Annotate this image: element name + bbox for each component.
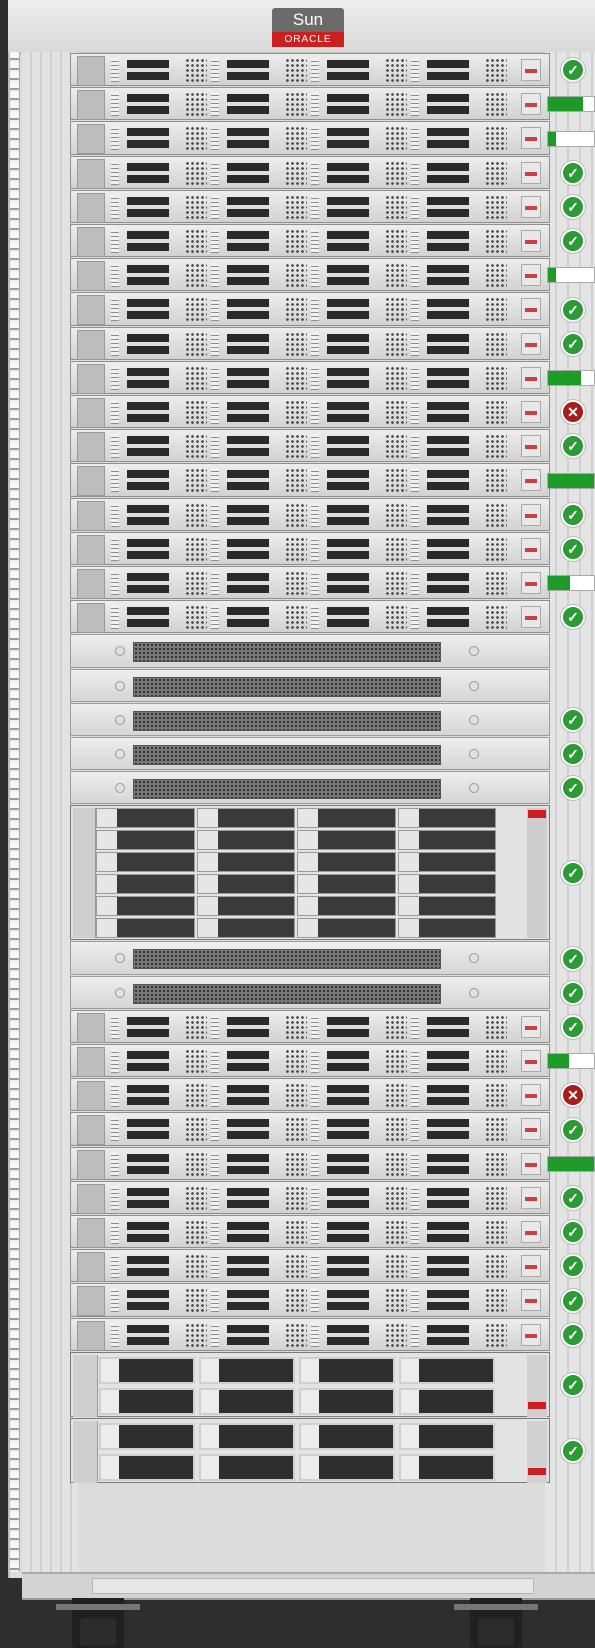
sun-logo-text: Sun <box>272 8 344 32</box>
server-unit[interactable] <box>70 531 550 565</box>
rack-header: Sun ORACLE <box>8 0 595 54</box>
check-circle-icon: ✓ <box>561 1438 585 1463</box>
server-unit[interactable] <box>70 566 550 600</box>
server-unit[interactable] <box>70 1044 550 1078</box>
check-circle-icon: ✓ <box>561 58 585 83</box>
check-circle-icon: ✓ <box>561 194 585 219</box>
check-circle-icon: ✓ <box>561 1014 585 1039</box>
server-unit[interactable] <box>70 1317 550 1351</box>
storage-unit[interactable] <box>70 805 550 941</box>
check-circle-icon: ✓ <box>561 229 585 254</box>
filler-unit[interactable] <box>70 668 550 702</box>
progress-fill <box>548 1054 569 1069</box>
jbod-unit[interactable] <box>70 1417 550 1483</box>
progress-bar <box>547 575 595 592</box>
server-unit[interactable] <box>70 258 550 292</box>
check-circle-icon: ✓ <box>561 1372 585 1397</box>
filler-unit[interactable] <box>70 634 550 668</box>
progress-fill <box>548 370 582 385</box>
check-circle-icon: ✓ <box>561 1288 585 1313</box>
progress-fill <box>548 131 556 146</box>
check-circle-icon: ✓ <box>561 1322 585 1347</box>
progress-bar <box>547 130 595 147</box>
server-unit[interactable] <box>70 1009 550 1043</box>
check-circle-icon: ✓ <box>561 1117 585 1142</box>
check-circle-icon: ✓ <box>561 980 585 1005</box>
server-unit[interactable] <box>70 326 550 360</box>
server-unit[interactable] <box>70 429 550 463</box>
server-unit[interactable] <box>70 463 550 497</box>
progress-fill <box>548 97 583 112</box>
check-circle-icon: ✓ <box>561 536 585 561</box>
rack: Sun ORACLE ✓ ✓ ✓ ✓ ✓ ✓ ✕ ✓ ✓ ✓ ✓ ✓ ✓ ✓ ✓ ✓ ✓ ✓ ✕ ✓ ✓ ✓ ✓ ✓ ✓ ✓ ✓ <box>8 0 595 1648</box>
server-unit[interactable] <box>70 1146 550 1180</box>
progress-bar <box>547 369 595 386</box>
filler-unit[interactable] <box>70 941 550 975</box>
rack-mounting-holes <box>10 52 20 1572</box>
progress-bar <box>547 96 595 113</box>
progress-bar <box>547 1053 595 1070</box>
check-circle-icon: ✓ <box>561 331 585 356</box>
check-circle-icon: ✓ <box>561 502 585 527</box>
server-unit[interactable] <box>70 1283 550 1317</box>
progress-bar <box>547 1155 595 1172</box>
server-unit[interactable] <box>70 87 550 121</box>
filler-unit[interactable] <box>70 975 550 1009</box>
server-unit[interactable] <box>70 1112 550 1146</box>
server-unit[interactable] <box>70 53 550 87</box>
server-unit[interactable] <box>70 497 550 531</box>
check-circle-icon: ✓ <box>561 1220 585 1245</box>
rack-base <box>22 1572 595 1600</box>
rack-foot-left <box>56 1598 140 1648</box>
filler-unit[interactable] <box>70 771 550 805</box>
sun-oracle-logo: Sun ORACLE <box>272 8 344 50</box>
server-unit[interactable] <box>70 224 550 258</box>
check-circle-icon: ✓ <box>561 946 585 971</box>
filler-unit[interactable] <box>70 702 550 736</box>
server-unit[interactable] <box>70 1249 550 1283</box>
check-circle-icon: ✓ <box>561 742 585 767</box>
progress-bar <box>547 472 595 489</box>
server-unit[interactable] <box>70 395 550 429</box>
server-unit[interactable] <box>70 155 550 189</box>
server-unit[interactable] <box>70 189 550 223</box>
progress-fill <box>548 1156 594 1171</box>
rack-foot-right <box>454 1598 538 1648</box>
check-circle-icon: ✓ <box>561 297 585 322</box>
server-unit[interactable] <box>70 1078 550 1112</box>
server-unit[interactable] <box>70 600 550 634</box>
server-unit[interactable] <box>70 1180 550 1214</box>
progress-bar <box>547 267 595 284</box>
server-unit[interactable] <box>70 1215 550 1249</box>
oracle-logo-text: ORACLE <box>272 32 344 47</box>
x-circle-icon: ✕ <box>561 400 585 425</box>
jbod-unit[interactable] <box>70 1351 550 1417</box>
server-unit[interactable] <box>70 292 550 326</box>
server-unit[interactable] <box>70 121 550 155</box>
progress-fill <box>548 473 594 488</box>
check-circle-icon: ✓ <box>561 1185 585 1210</box>
check-circle-icon: ✓ <box>561 160 585 185</box>
server-unit[interactable] <box>70 360 550 394</box>
progress-fill <box>548 268 556 283</box>
progress-fill <box>548 576 570 591</box>
filler-unit[interactable] <box>70 737 550 771</box>
check-circle-icon: ✓ <box>561 707 585 732</box>
